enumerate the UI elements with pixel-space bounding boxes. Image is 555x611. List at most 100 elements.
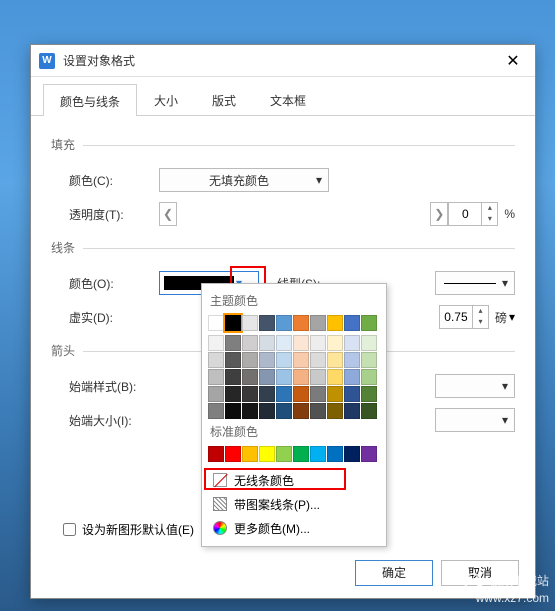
color-swatch[interactable] xyxy=(276,352,292,368)
color-swatch[interactable] xyxy=(327,446,343,462)
color-swatch[interactable] xyxy=(276,369,292,385)
color-swatch[interactable] xyxy=(327,335,343,351)
tab-layout[interactable]: 版式 xyxy=(195,83,253,115)
color-swatch[interactable] xyxy=(259,446,275,462)
color-swatch[interactable] xyxy=(242,335,258,351)
color-swatch[interactable] xyxy=(344,369,360,385)
color-swatch[interactable] xyxy=(208,335,224,351)
color-swatch[interactable] xyxy=(327,352,343,368)
color-swatch[interactable] xyxy=(276,386,292,402)
color-swatch[interactable] xyxy=(242,446,258,462)
color-swatch[interactable] xyxy=(225,403,241,419)
transparency-spinner[interactable]: ▴▾ xyxy=(448,202,498,226)
color-swatch[interactable] xyxy=(293,335,309,351)
color-swatch[interactable] xyxy=(344,403,360,419)
color-swatch[interactable] xyxy=(310,403,326,419)
color-swatch[interactable] xyxy=(208,403,224,419)
tab-textbox[interactable]: 文本框 xyxy=(253,83,323,115)
color-swatch[interactable] xyxy=(293,352,309,368)
color-swatch[interactable] xyxy=(225,386,241,402)
color-swatch[interactable] xyxy=(242,386,258,402)
color-swatch[interactable] xyxy=(225,352,241,368)
color-swatch[interactable] xyxy=(242,352,258,368)
fill-color-dropdown[interactable]: 无填充颜色 ▾ xyxy=(159,168,329,192)
set-default-checkbox[interactable] xyxy=(63,523,76,536)
color-swatch[interactable] xyxy=(276,446,292,462)
color-swatch[interactable] xyxy=(276,403,292,419)
spin-up[interactable]: ▴ xyxy=(473,306,488,317)
cancel-button[interactable]: 取消 xyxy=(441,560,519,586)
color-swatch[interactable] xyxy=(361,386,377,402)
color-swatch[interactable] xyxy=(242,315,258,331)
color-swatch[interactable] xyxy=(310,352,326,368)
color-swatch[interactable] xyxy=(361,446,377,462)
color-swatch[interactable] xyxy=(344,446,360,462)
more-colors-item[interactable]: 更多颜色(M)... xyxy=(208,516,380,540)
color-swatch[interactable] xyxy=(344,315,360,331)
color-swatch[interactable] xyxy=(242,403,258,419)
color-swatch[interactable] xyxy=(293,315,309,331)
color-swatch[interactable] xyxy=(225,369,241,385)
transparency-decrease[interactable]: ❮ xyxy=(159,202,177,226)
color-swatch[interactable] xyxy=(259,315,275,331)
color-swatch[interactable] xyxy=(259,386,275,402)
transparency-increase[interactable]: ❯ xyxy=(430,202,448,226)
color-swatch[interactable] xyxy=(293,403,309,419)
color-swatch[interactable] xyxy=(310,335,326,351)
color-swatch[interactable] xyxy=(327,386,343,402)
object-format-dialog: W 设置对象格式 ✕ 颜色与线条 大小 版式 文本框 填充 颜色(C): 无填充… xyxy=(30,44,536,599)
color-swatch[interactable] xyxy=(293,386,309,402)
color-swatch[interactable] xyxy=(208,369,224,385)
color-swatch[interactable] xyxy=(361,315,377,331)
spin-down[interactable]: ▾ xyxy=(473,317,488,328)
tab-color-lines[interactable]: 颜色与线条 xyxy=(43,84,137,116)
color-swatch[interactable] xyxy=(361,403,377,419)
color-swatch[interactable] xyxy=(225,446,241,462)
ok-button[interactable]: 确定 xyxy=(355,560,433,586)
color-swatch[interactable] xyxy=(344,352,360,368)
chevron-down-icon: ▾ xyxy=(500,276,510,290)
line-weight-spinner[interactable]: ▴▾ xyxy=(439,305,489,329)
color-swatch[interactable] xyxy=(327,369,343,385)
color-swatch[interactable] xyxy=(225,335,241,351)
color-swatch[interactable] xyxy=(293,446,309,462)
color-swatch[interactable] xyxy=(361,352,377,368)
color-swatch[interactable] xyxy=(276,335,292,351)
color-swatch[interactable] xyxy=(208,386,224,402)
standard-colors-title: 标准颜色 xyxy=(210,423,380,440)
color-swatch[interactable] xyxy=(259,352,275,368)
color-swatch[interactable] xyxy=(242,369,258,385)
color-swatch[interactable] xyxy=(361,335,377,351)
close-button[interactable]: ✕ xyxy=(499,47,527,75)
color-swatch[interactable] xyxy=(310,369,326,385)
color-swatch[interactable] xyxy=(293,369,309,385)
color-swatch[interactable] xyxy=(208,446,224,462)
color-swatch[interactable] xyxy=(344,386,360,402)
color-swatch[interactable] xyxy=(276,315,292,331)
fill-color-label: 颜色(C): xyxy=(69,172,159,189)
arrow-end-style-dropdown[interactable]: ▾ xyxy=(435,374,515,398)
tab-size[interactable]: 大小 xyxy=(137,83,195,115)
color-swatch[interactable] xyxy=(310,315,326,331)
pattern-lines-item[interactable]: 带图案线条(P)... xyxy=(208,492,380,516)
spin-up[interactable]: ▴ xyxy=(482,203,497,214)
color-swatch[interactable] xyxy=(327,403,343,419)
line-weight-input[interactable] xyxy=(440,310,472,324)
no-line-color-item[interactable]: 无线条颜色 xyxy=(208,468,380,492)
chevron-down-icon[interactable]: ▾ xyxy=(509,310,515,324)
color-swatch[interactable] xyxy=(259,369,275,385)
color-swatch[interactable] xyxy=(344,335,360,351)
line-style-dropdown[interactable]: ▾ xyxy=(435,271,515,295)
color-swatch[interactable] xyxy=(310,386,326,402)
color-swatch[interactable] xyxy=(208,315,224,331)
color-swatch[interactable] xyxy=(208,352,224,368)
color-swatch[interactable] xyxy=(361,369,377,385)
color-swatch[interactable] xyxy=(259,403,275,419)
spin-down[interactable]: ▾ xyxy=(482,214,497,225)
transparency-input[interactable] xyxy=(449,207,481,221)
arrow-end-size-dropdown[interactable]: ▾ xyxy=(435,408,515,432)
color-swatch[interactable] xyxy=(310,446,326,462)
color-swatch[interactable] xyxy=(225,315,241,331)
color-swatch[interactable] xyxy=(259,335,275,351)
color-swatch[interactable] xyxy=(327,315,343,331)
